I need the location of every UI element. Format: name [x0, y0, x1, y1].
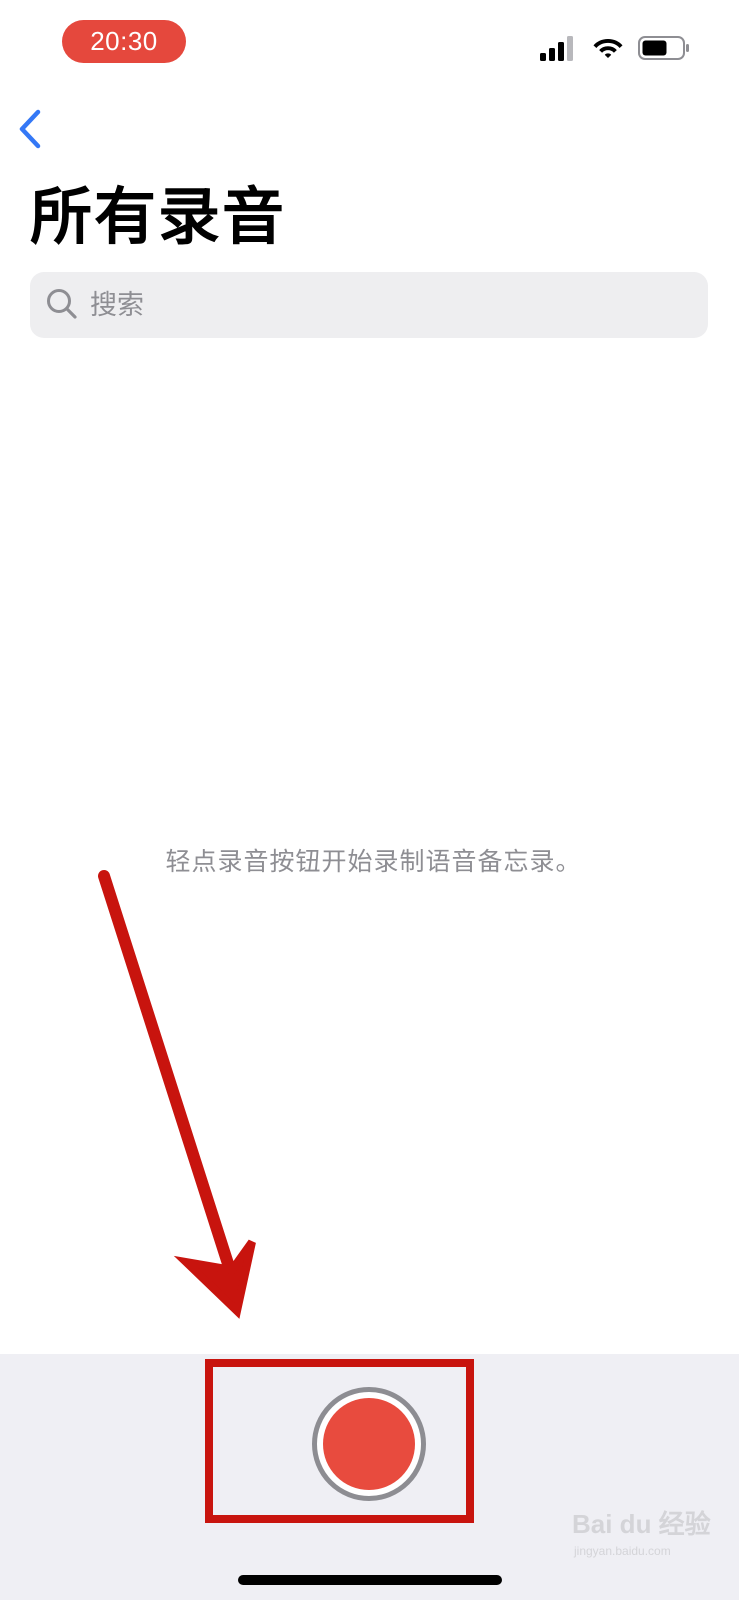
chevron-left-icon [19, 109, 41, 149]
wifi-icon [593, 39, 623, 58]
page-title: 所有录音 [30, 180, 287, 253]
search-icon [47, 289, 77, 319]
home-indicator[interactable] [238, 1575, 502, 1585]
status-bar: 20:30 [0, 0, 739, 90]
record-button[interactable] [312, 1387, 426, 1501]
back-button[interactable] [12, 106, 52, 152]
empty-state-message: 轻点录音按钮开始录制语音备忘录。 [165, 847, 582, 876]
search-bar[interactable] [30, 272, 708, 338]
battery-icon [638, 36, 689, 60]
record-icon [323, 1398, 415, 1490]
search-input[interactable] [86, 272, 694, 338]
cellular-signal-icon [540, 36, 573, 61]
status-time[interactable]: 20:30 [62, 20, 186, 63]
